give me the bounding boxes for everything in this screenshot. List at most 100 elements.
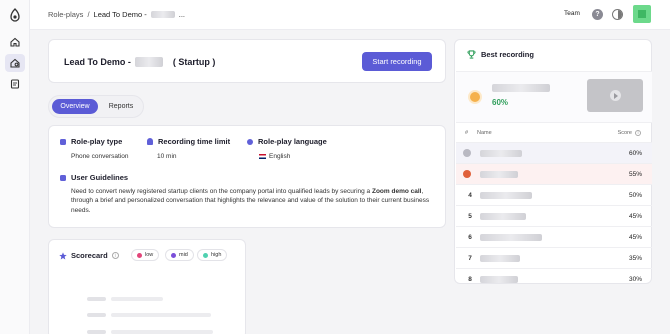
info-icon[interactable]: i <box>111 252 119 259</box>
page-title: Lead To Demo - ( Startup ) <box>64 57 215 67</box>
video-thumbnail[interactable] <box>587 79 643 112</box>
help-icon[interactable]: ? <box>592 9 603 20</box>
best-recording-score: 60% <box>492 98 509 107</box>
legend-mid-label: mid <box>179 252 188 258</box>
redacted-name <box>492 84 550 92</box>
leaderboard-row[interactable]: 7 35% <box>456 247 652 268</box>
scorecard-title: Scorecard i <box>59 251 119 260</box>
page-title-prefix: Lead To Demo - <box>64 57 131 67</box>
breadcrumb: Role-plays / Lead To Demo - ... <box>48 10 185 19</box>
guidelines-label-text: User Guidelines <box>71 173 129 182</box>
loading-placeholder <box>111 330 213 334</box>
language-value: English <box>259 153 290 160</box>
star-icon <box>59 251 67 259</box>
tab-overview[interactable]: Overview <box>52 99 98 114</box>
best-recording-title: Best recording <box>467 50 534 59</box>
phone-icon <box>60 138 66 145</box>
redacted-name <box>480 255 520 262</box>
team-button[interactable]: Team <box>564 10 580 17</box>
silver-medal-icon <box>463 149 471 157</box>
leaderboard-row[interactable]: 6 45% <box>456 226 652 247</box>
language-label: Role-play language <box>247 137 327 146</box>
redacted-name <box>480 234 542 241</box>
gold-medal-icon <box>470 92 480 102</box>
theme-toggle-icon[interactable] <box>612 9 623 20</box>
leaderboard-score: 50% <box>628 192 642 199</box>
legend-low: low <box>131 249 160 261</box>
loading-placeholder <box>87 297 106 301</box>
loading-placeholder <box>87 313 106 317</box>
score-info-icon[interactable]: i <box>635 130 641 136</box>
redacted-title <box>134 57 163 67</box>
leaderboard-row[interactable]: 55% <box>456 163 652 184</box>
play-icon[interactable] <box>610 90 621 101</box>
guidelines-text-bold: Zoom demo call <box>371 188 422 195</box>
leaderboard-rank: 6 <box>468 234 472 241</box>
redacted-name <box>480 213 526 220</box>
page-title-suffix: ( Startup ) <box>172 57 216 67</box>
legend-high-label: high <box>211 252 222 258</box>
leaderboard-rank: 4 <box>468 192 472 199</box>
roleplay-type-label: Role-play type <box>60 137 122 146</box>
column-header-score: Score i <box>618 130 641 136</box>
guidelines-text-part1: Need to convert newly registered startup… <box>71 188 372 195</box>
loading-placeholder <box>111 313 211 317</box>
leaderboard-row[interactable]: 4 50% <box>456 184 652 205</box>
legend-mid: mid <box>165 249 194 261</box>
topbar: Role-plays / Lead To Demo - ... Team ? <box>30 0 670 30</box>
best-recording-card: Best recording 60% # Name Score i 60% 55… <box>454 39 652 284</box>
redacted-name <box>150 11 175 18</box>
leaderboard-score: 60% <box>628 150 642 157</box>
legend-low-label: low <box>145 252 154 258</box>
redacted-name <box>480 171 518 178</box>
roleplay-icon <box>10 58 20 68</box>
sidebar-item-home[interactable] <box>5 33 25 51</box>
roleplay-details-card: Role-play type Phone conversation Record… <box>48 125 446 228</box>
loading-placeholder <box>111 297 163 301</box>
leaderboard-row[interactable]: 60% <box>456 142 652 163</box>
sidebar-item-roleplays[interactable] <box>5 54 25 72</box>
mid-dot-icon <box>171 252 176 258</box>
leaderboard-row[interactable]: 5 45% <box>456 205 652 226</box>
leaderboard-score: 30% <box>628 276 642 283</box>
app-logo-icon[interactable] <box>9 8 21 22</box>
breadcrumb-ellipsis: ... <box>178 10 186 19</box>
home-icon <box>10 37 20 47</box>
best-recording-row[interactable]: 60% <box>456 71 652 123</box>
leaderboard-score: 55% <box>628 171 642 178</box>
roleplay-type-value: Phone conversation <box>71 153 129 160</box>
time-limit-label: Recording time limit <box>147 137 230 146</box>
best-recording-title-text: Best recording <box>481 50 534 59</box>
avatar[interactable] <box>633 5 651 23</box>
loading-placeholder <box>87 330 106 334</box>
sidebar <box>0 0 30 334</box>
breadcrumb-current: Lead To Demo - <box>93 10 147 19</box>
document-icon <box>10 79 20 89</box>
language-icon <box>247 138 253 145</box>
breadcrumb-roleplays-link[interactable]: Role-plays <box>48 10 83 19</box>
bronze-medal-icon <box>463 170 471 178</box>
roleplay-header-card: Lead To Demo - ( Startup ) Start recordi… <box>48 39 446 83</box>
uk-flag-icon <box>259 154 266 159</box>
low-dot-icon <box>137 252 142 258</box>
leaderboard-rank: 7 <box>468 255 472 262</box>
leaderboard-score: 45% <box>628 213 642 220</box>
guidelines-icon <box>60 174 66 181</box>
tab-reports[interactable]: Reports <box>102 99 140 114</box>
start-recording-button[interactable]: Start recording <box>362 52 432 71</box>
leaderboard-rank: 5 <box>468 213 472 220</box>
guidelines-text: Need to convert newly registered startup… <box>71 187 439 215</box>
high-dot-icon <box>203 252 208 258</box>
roleplay-type-label-text: Role-play type <box>71 137 123 146</box>
column-header-rank: # <box>465 130 469 136</box>
time-limit-label-text: Recording time limit <box>158 137 231 146</box>
scorecard-title-text: Scorecard <box>71 251 108 260</box>
timer-icon <box>147 138 153 145</box>
sidebar-item-documents[interactable] <box>5 75 25 93</box>
tab-bar: Overview Reports <box>48 95 144 118</box>
column-header-name: Name <box>477 130 492 136</box>
leaderboard-row[interactable]: 8 30% <box>456 268 652 289</box>
leaderboard-score: 35% <box>628 255 642 262</box>
language-value-text: English <box>269 153 291 160</box>
guidelines-label: User Guidelines <box>60 173 128 182</box>
